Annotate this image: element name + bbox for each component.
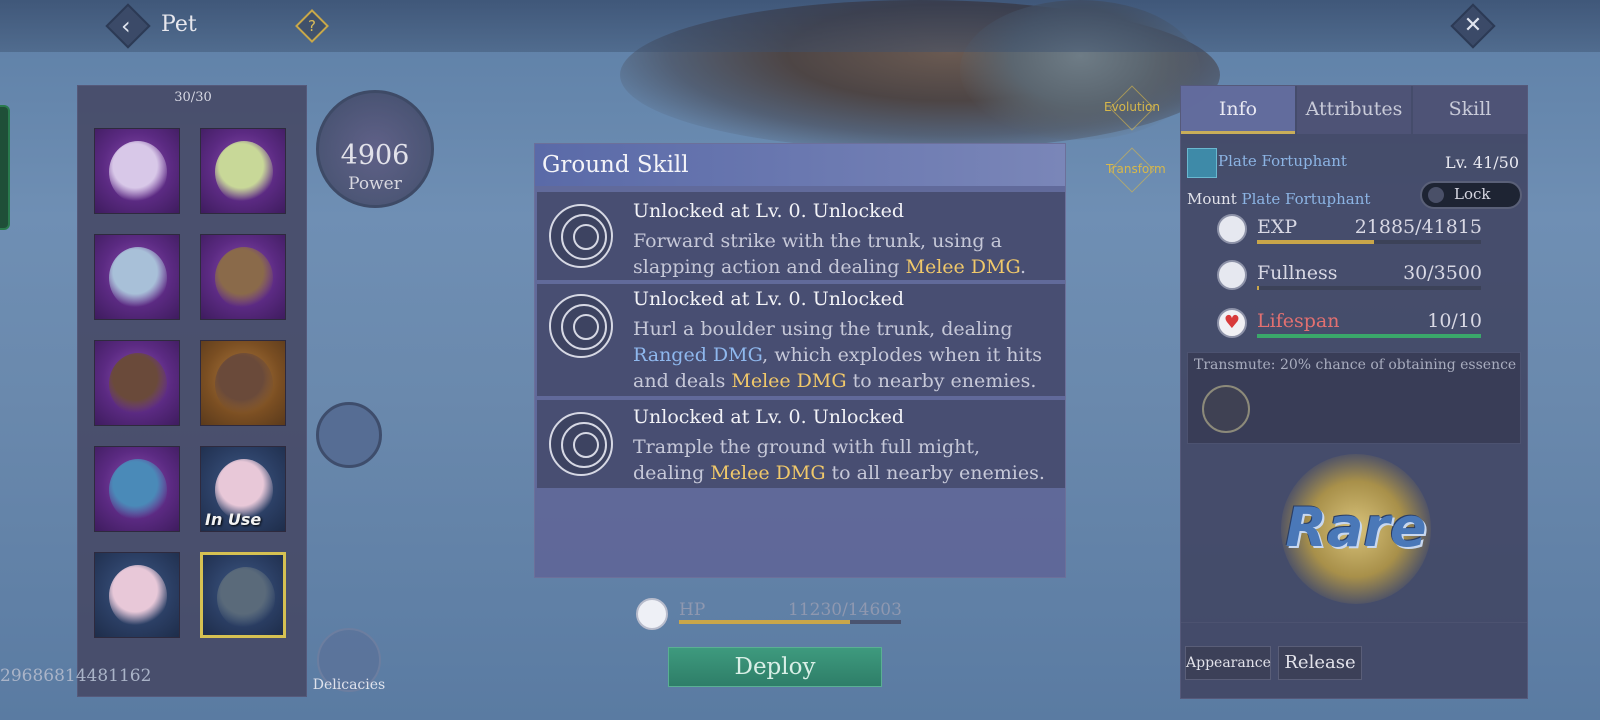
pet-portrait-icon [109,459,167,521]
mount-row: Mount Plate Fortuphant [1187,190,1370,208]
power-value: 4906 [340,140,410,171]
skill-popup-header: Ground Skill [535,144,1065,186]
description-text: to all nearby enemies. [825,462,1045,484]
hp-bar [679,620,901,624]
pet-slot-8[interactable]: In Use [200,446,286,532]
stat-label: EXP [1257,216,1298,238]
fullness-bar-fill [1257,286,1260,290]
user-id: 29686814481162 [0,666,152,686]
pet-slot-1[interactable] [94,128,180,214]
skill-icon [549,204,613,268]
melee-dmg-keyword: Melee DMG [710,462,826,484]
exp-bar-fill [1257,240,1375,244]
evolution-label: Evolution [1104,100,1160,114]
appearance-button[interactable]: Appearance [1185,646,1271,680]
skill-description: Trample the ground with full might, deal… [633,434,1053,486]
pet-count: 30/30 [174,90,212,105]
pet-slot-3[interactable] [94,234,180,320]
transform-label: Transform [1106,162,1166,176]
skill-unlock-status: Unlocked at Lv. 0. Unlocked [633,200,905,222]
hp-label: HP [679,600,706,620]
mount-value: Plate Fortuphant [1241,190,1371,208]
skill-row: Unlocked at Lv. 0. Unlocked Forward stri… [537,192,1065,280]
pet-silhouette-icon[interactable] [316,402,382,468]
transmute-text: Transmute: 20% chance of obtaining essen… [1194,357,1517,373]
lock-label: Lock [1454,185,1491,203]
hp-value: 11230/14603 [788,600,902,620]
tab-info[interactable]: Info [1181,86,1295,134]
stat-value: 10/10 [1427,310,1482,332]
pet-slot-10[interactable] [200,552,286,638]
pet-portrait-icon [109,247,167,309]
power-label: Power [348,174,402,194]
pet-slot-4[interactable] [200,234,286,320]
skill-icon [549,412,613,476]
pet-slot-2[interactable] [200,128,286,214]
pet-type-icon [1187,148,1217,178]
fullness-bar [1257,286,1481,290]
divider [1181,622,1527,623]
page-title: Pet [161,12,197,37]
skill-unlock-status: Unlocked at Lv. 0. Unlocked [633,288,905,310]
delicacies-label: Delicacies [312,677,386,693]
pet-portrait-icon [109,565,167,627]
pet-name: Plate Fortuphant [1218,152,1347,170]
stat-value: 21885/41815 [1354,216,1482,238]
melee-dmg-keyword: Melee DMG [905,256,1021,278]
lifespan-bar-fill [1257,334,1481,338]
deploy-button[interactable]: Deploy [668,647,882,687]
mount-label: Mount [1187,190,1242,208]
stat-value: 30/3500 [1403,262,1482,284]
help-icon: ? [308,17,316,35]
close-icon: ✕ [1463,13,1483,38]
skill-description: Forward strike with the trunk, using a s… [633,228,1053,280]
back-chevron-icon: ‹ [121,12,131,40]
description-text: Hurl a boulder using the trunk, dealing [633,318,1013,340]
tab-skill[interactable]: Skill [1413,86,1527,134]
ranged-dmg-keyword: Ranged DMG [633,344,763,366]
tab-attributes[interactable]: Attributes [1297,86,1411,134]
description-text: to nearby enemies. [846,370,1037,392]
rarity-label: Rare [1285,496,1427,559]
skill-row: Unlocked at Lv. 0. Unlocked Hurl a bould… [537,284,1065,396]
stat-label: Fullness [1257,262,1338,284]
release-button[interactable]: Release [1278,646,1362,680]
pet-portrait-icon [215,141,273,203]
pet-slot-6[interactable] [200,340,286,426]
essence-icon[interactable] [1202,385,1250,433]
pet-portrait-icon [109,141,167,203]
lifespan-bar [1257,334,1481,338]
skill-row: Unlocked at Lv. 0. Unlocked Trample the … [537,400,1065,488]
side-drawer-tab[interactable] [0,105,10,230]
skill-popup: Ground Skill Unlocked at Lv. 0. Unlocked… [534,143,1066,578]
stat-label: Lifespan [1257,310,1340,332]
in-use-badge: In Use [205,510,262,529]
exp-bar [1257,240,1481,244]
skill-popup-title: Ground Skill [542,152,689,178]
pet-portrait-icon [215,247,273,309]
exp-icon [1217,214,1247,244]
lock-knob [1428,187,1444,203]
pet-list-panel: 30/30 In Use [77,85,307,697]
heart-icon [1217,308,1247,338]
description-text: . [1020,256,1027,278]
hp-drop-icon [636,598,668,630]
skill-unlock-status: Unlocked at Lv. 0. Unlocked [633,406,905,428]
pet-slot-5[interactable] [94,340,180,426]
hp-bar-fill [679,620,850,624]
transmute-box: Transmute: 20% chance of obtaining essen… [1187,352,1521,444]
top-bar [0,0,1600,52]
fullness-icon [1217,260,1247,290]
skill-icon [549,294,613,358]
lock-toggle[interactable]: Lock [1420,181,1522,209]
pet-slot-9[interactable] [94,552,180,638]
pet-portrait-icon [217,567,275,629]
pet-portrait-icon [215,353,273,415]
skill-description: Hurl a boulder using the trunk, dealing … [633,316,1053,394]
melee-dmg-keyword: Melee DMG [731,370,847,392]
pet-level: Lv. 41/50 [1444,153,1519,172]
info-panel: Info Attributes Skill Plate Fortuphant L… [1180,85,1528,699]
pet-slot-7[interactable] [94,446,180,532]
pet-portrait-icon [109,353,167,415]
